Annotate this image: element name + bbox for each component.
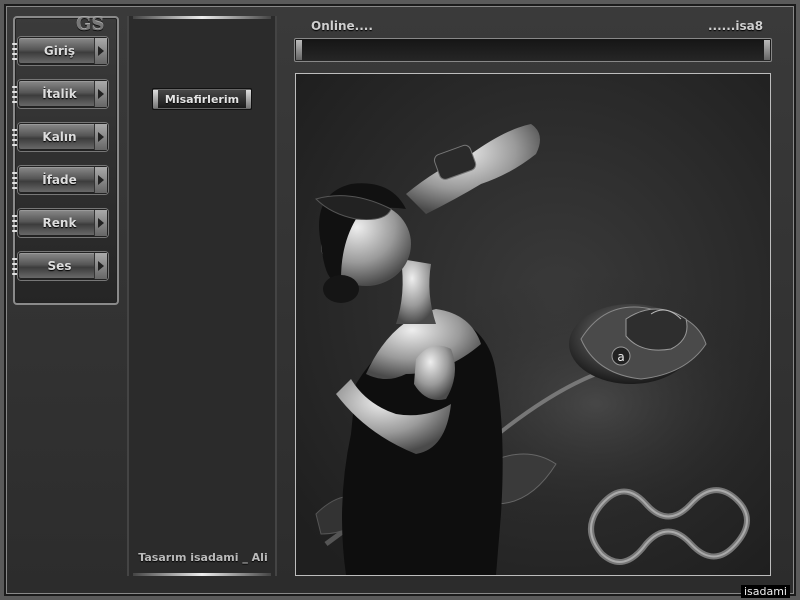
arrow-right-icon: [94, 124, 107, 150]
arrow-right-icon: [94, 253, 107, 279]
online-label: Online....: [311, 19, 373, 33]
bar-cap-left: [296, 40, 302, 60]
guests-button[interactable]: Misafirlerim: [152, 88, 252, 110]
arrow-right-icon: [94, 38, 107, 64]
gs-logo: GS: [76, 14, 105, 35]
menu-button-label: İtalik: [42, 87, 77, 101]
menu-button-label: Ses: [47, 259, 72, 273]
ticker-label: ......isa8: [708, 19, 764, 33]
woman-with-rose-picture: a: [296, 74, 770, 575]
menu-button-giris[interactable]: Giriş: [18, 37, 108, 65]
menu-button-label: Giriş: [43, 44, 76, 58]
menu-button-ses[interactable]: Ses: [18, 252, 108, 280]
bar-cap-right: [764, 40, 770, 60]
designer-credit: Tasarım isadami _ Ali: [138, 551, 268, 564]
guests-button-label: Misafirlerim: [164, 92, 240, 106]
menu-button-label: Kalın: [42, 130, 77, 144]
rose-badge-letter: a: [617, 350, 624, 364]
scrolling-text-bar: [294, 38, 772, 62]
menu-button-label: İfade: [42, 173, 77, 187]
main-picture-frame: a: [295, 73, 771, 576]
menu-button-italik[interactable]: İtalik: [18, 80, 108, 108]
top-divider: [133, 16, 271, 19]
bottom-divider: [133, 573, 271, 576]
button-cap-right: [246, 90, 251, 108]
arrow-right-icon: [94, 167, 107, 193]
menu-button-kalin[interactable]: Kalın: [18, 123, 108, 151]
menu-button-ifade[interactable]: İfade: [18, 166, 108, 194]
arrow-right-icon: [94, 81, 107, 107]
menu-button-label: Renk: [42, 216, 77, 230]
menu-button-renk[interactable]: Renk: [18, 209, 108, 237]
watermark: isadami: [740, 585, 790, 598]
arrow-right-icon: [94, 210, 107, 236]
